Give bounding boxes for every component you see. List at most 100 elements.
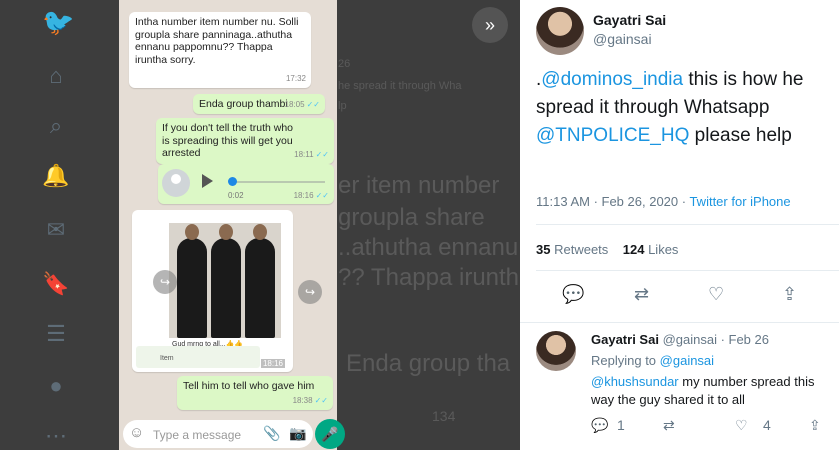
ghost-text: he spread it through Wha	[338, 80, 462, 92]
message-placeholder: Type a message	[153, 428, 242, 442]
reply-icon[interactable]: 💬	[591, 417, 608, 434]
tweet-text-suffix: please help	[689, 125, 792, 146]
like-icon[interactable]: ♡	[735, 417, 748, 434]
background-nav: 🐦 ⌂ ⌕ 🔔 ✉ 🔖 ☰ ● ⋯	[28, 0, 84, 450]
mention-link[interactable]: @khushsundar	[591, 374, 679, 389]
message-time: 18:38	[292, 395, 313, 405]
message-bubble-outgoing: If you don't tell the truth who is sprea…	[156, 118, 334, 164]
share-icon[interactable]: ⇪	[809, 417, 821, 434]
more-icon: ⋯	[45, 423, 67, 448]
photo-figure	[245, 224, 275, 338]
replying-to: Replying to @gainsai	[591, 353, 714, 368]
retweets-label[interactable]: Retweets	[554, 242, 608, 257]
double-chevron-right-icon: »	[484, 15, 495, 35]
voice-time-group: 18:16 ✓✓	[294, 191, 329, 200]
forward-icon: ↪	[298, 280, 322, 304]
tweet-source[interactable]: Twitter for iPhone	[689, 194, 790, 209]
avatar[interactable]	[536, 331, 576, 371]
twitter-bird-icon: 🐦	[42, 7, 75, 37]
share-icon[interactable]: ⇪	[782, 284, 797, 305]
lists-icon: ☰	[46, 321, 66, 346]
tweet-actions: 💬 ⇄ ♡ ⇪	[536, 284, 826, 308]
author-handle[interactable]: @gainsai	[593, 31, 652, 47]
message-text: Intha number item number nu. Solli group…	[135, 16, 299, 66]
retweet-icon[interactable]: ⇄	[663, 417, 675, 434]
message-time-group: 18:05 ✓✓	[285, 99, 320, 112]
divider	[536, 270, 839, 271]
divider	[536, 224, 839, 225]
read-receipt-icon: ✓✓	[315, 149, 329, 159]
ghost-text: 134	[432, 408, 456, 424]
reply-header: Gayatri Sai @gainsai · Feb 26	[591, 332, 769, 347]
message-time: 17:32	[285, 73, 306, 83]
message-bubble-outgoing: Enda group thambi 18:05 ✓✓	[193, 94, 325, 114]
ghost-text: 26	[338, 58, 351, 70]
mention-link[interactable]: @TNPOLICE_HQ	[536, 125, 689, 146]
tweet-author[interactable]: Gayatri Sai @gainsai	[536, 7, 826, 57]
avatar[interactable]	[536, 7, 584, 55]
attach-icon: 📎	[263, 425, 281, 441]
like-icon[interactable]: ♡	[708, 284, 724, 305]
ghost-text: groupla share	[338, 204, 485, 231]
voice-progress-handle	[228, 177, 237, 186]
message-bubble-incoming: Intha number item number nu. Solli group…	[129, 12, 311, 88]
composer: ☺ Type a message 📎 📷 🎤	[119, 418, 345, 450]
message-time-group: 18:11 ✓✓	[294, 149, 329, 162]
tweet-meta: 11:13 AM · Feb 26, 2020 · Twitter for iP…	[536, 194, 791, 209]
tweet-stats: 35 Retweets 124 Likes	[536, 242, 678, 257]
mention-link[interactable]: @gainsai	[660, 353, 714, 368]
photo-figure	[177, 224, 207, 338]
ghost-text: Enda group tha	[346, 350, 511, 377]
message-input: ☺ Type a message 📎 📷	[123, 420, 313, 448]
message-time-group: 18:38 ✓✓	[293, 395, 328, 408]
ghost-text: ?? Thappa iruntha	[338, 264, 520, 291]
message-time: 18:05	[284, 99, 305, 109]
next-image-button[interactable]: »	[472, 7, 508, 43]
photo-figure	[211, 224, 241, 338]
messages-icon: ✉	[46, 217, 66, 242]
dimmed-background: 🐦 ⌂ ⌕ 🔔 ✉ 🔖 ☰ ● ⋯ 26 he spread it throug…	[0, 0, 520, 450]
reply-count: 1	[617, 417, 625, 433]
reply-text: @khushsundar my number spread this way t…	[591, 373, 831, 409]
reply-actions: 💬 1 ⇄ ♡ 4 ⇪	[591, 417, 831, 437]
explore-icon: ⌕	[49, 113, 63, 138]
media-time: 18:16	[260, 359, 285, 368]
ghost-text: er item number	[338, 172, 500, 199]
tweet-timestamp[interactable]: 11:13 AM · Feb 26, 2020 ·	[536, 194, 689, 209]
reply-tweet[interactable]: Gayatri Sai @gainsai · Feb 26 Replying t…	[520, 322, 839, 450]
play-icon	[202, 174, 213, 188]
like-count: 4	[763, 417, 771, 433]
tweet-text: .@dominos_india this is how he spread it…	[536, 66, 828, 150]
quoted-item: Item	[136, 346, 260, 368]
notifications-icon: 🔔	[42, 163, 70, 188]
reply-handle-date: @gainsai · Feb 26	[662, 332, 769, 347]
message-text: Tell him to tell who gave him	[183, 380, 315, 392]
read-receipt-icon: ✓✓	[306, 99, 320, 109]
mention-link[interactable]: @dominos_india	[541, 69, 683, 90]
retweets-count[interactable]: 35	[536, 242, 550, 257]
retweet-icon[interactable]: ⇄	[634, 284, 649, 305]
author-name[interactable]: Gayatri Sai	[593, 12, 666, 28]
profile-icon: ●	[49, 373, 63, 398]
voice-duration: 0:02	[228, 191, 244, 200]
voice-time: 18:16	[293, 191, 314, 200]
read-receipt-icon: ✓✓	[314, 395, 328, 405]
tweet-panel: Gayatri Sai @gainsai .@dominos_india thi…	[520, 0, 839, 450]
bookmarks-icon: 🔖	[42, 271, 70, 296]
likes-label[interactable]: Likes	[648, 242, 678, 257]
message-time: 18:11	[294, 149, 314, 159]
mic-icon: 🎤	[315, 419, 345, 449]
message-text: If you don't tell the truth who is sprea…	[162, 122, 293, 159]
reply-icon[interactable]: 💬	[562, 284, 584, 305]
replying-to-label: Replying to	[591, 353, 660, 368]
reply-author-name[interactable]: Gayatri Sai	[591, 332, 659, 347]
photo	[169, 223, 281, 338]
likes-count[interactable]: 124	[623, 242, 645, 257]
ghost-text: ..athutha ennanu	[338, 234, 519, 261]
voice-progress-track	[230, 181, 325, 183]
forward-icon: ↪	[153, 270, 177, 294]
emoji-icon: ☺	[129, 424, 145, 441]
read-receipt-icon: ✓✓	[315, 191, 329, 200]
voice-avatar	[162, 169, 190, 197]
message-bubble-outgoing: Tell him to tell who gave him 18:38 ✓✓	[177, 376, 333, 410]
